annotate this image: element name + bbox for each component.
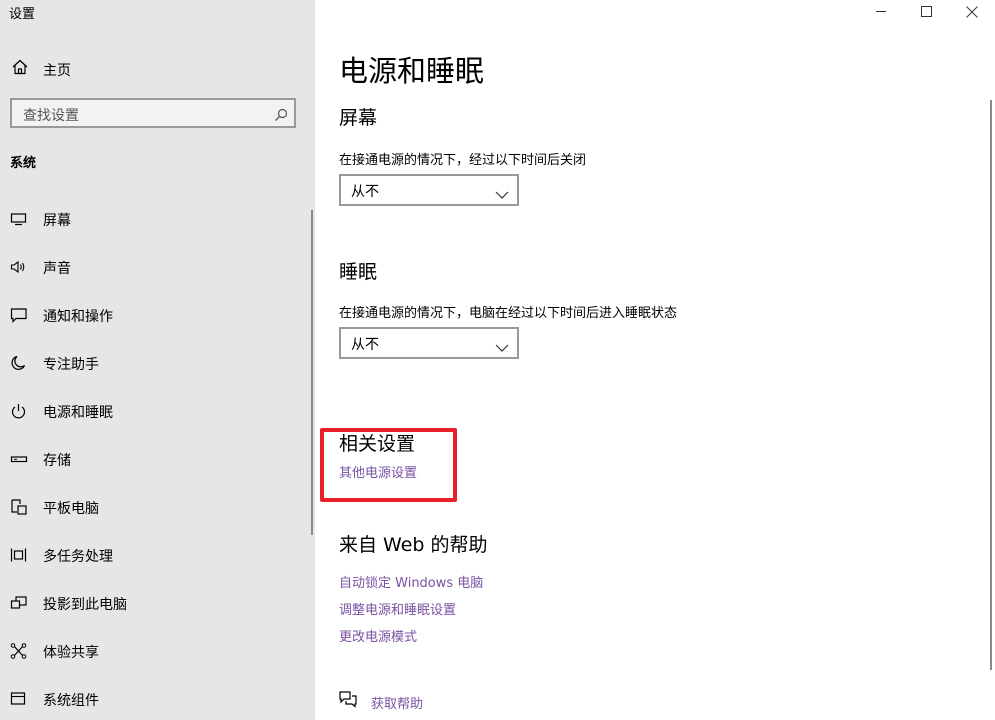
sidebar-item-label: 专注助手	[43, 357, 99, 373]
screen-heading: 屏幕	[339, 107, 378, 129]
chevron-down-icon	[495, 185, 509, 204]
home-icon	[12, 59, 28, 79]
project-icon	[10, 595, 28, 611]
sidebar-item-notifications[interactable]: 通知和操作	[0, 295, 310, 335]
sleep-heading: 睡眠	[339, 261, 378, 283]
sleep-timeout-dropdown[interactable]: 从不	[339, 327, 519, 359]
chevron-down-icon	[495, 338, 509, 357]
sidebar-item-power-sleep[interactable]: 电源和睡眠	[0, 391, 310, 431]
sidebar-item-system-components[interactable]: 系统组件	[0, 679, 310, 719]
sidebar-item-multitasking[interactable]: 多任务处理	[0, 535, 310, 575]
power-icon	[10, 403, 28, 419]
app-title: 设置	[9, 7, 36, 22]
component-icon	[10, 691, 28, 707]
sidebar-item-shared-experiences[interactable]: 体验共享	[0, 631, 310, 671]
minimize-button[interactable]	[858, 0, 904, 24]
sleep-description: 在接通电源的情况下，电脑在经过以下时间后进入睡眠状态	[339, 306, 678, 321]
section-title: 系统	[10, 156, 37, 171]
sidebar-item-tablet[interactable]: 平板电脑	[0, 487, 310, 527]
sidebar-item-label: 通知和操作	[43, 309, 113, 325]
maximize-icon	[904, 6, 950, 28]
page-title: 电源和睡眠	[339, 54, 485, 88]
sidebar-item-home[interactable]: 主页	[0, 52, 315, 84]
main-scrollbar[interactable]	[990, 100, 992, 670]
sidebar-item-sound[interactable]: 声音	[0, 247, 310, 287]
sidebar-item-label: 电源和睡眠	[43, 405, 113, 421]
sidebar-item-label: 投影到此电脑	[43, 597, 127, 613]
sidebar-item-project[interactable]: 投影到此电脑	[0, 583, 310, 623]
close-icon	[949, 6, 995, 28]
sidebar-item-label: 平板电脑	[43, 501, 99, 517]
maximize-button[interactable]	[904, 0, 950, 24]
close-button[interactable]	[949, 0, 995, 24]
minimize-icon	[858, 9, 904, 28]
get-help-link[interactable]: 获取帮助	[371, 693, 423, 712]
storage-icon	[10, 451, 28, 467]
sidebar-item-storage[interactable]: 存储	[0, 439, 310, 479]
sidebar-item-label: 屏幕	[43, 213, 71, 229]
sidebar-item-display[interactable]: 屏幕	[0, 199, 310, 239]
help-link-adjust-power-sleep[interactable]: 调整电源和睡眠设置	[339, 599, 456, 618]
tablet-icon	[10, 499, 28, 515]
sidebar-item-label: 系统组件	[43, 693, 99, 709]
search-placeholder: 查找设置	[23, 108, 79, 124]
speaker-icon	[10, 259, 28, 275]
highlight-box	[320, 428, 457, 502]
home-label: 主页	[43, 63, 71, 79]
search-input[interactable]: 查找设置	[10, 98, 296, 128]
help-link-auto-lock[interactable]: 自动锁定 Windows 电脑	[339, 572, 483, 591]
sidebar-item-focus-assist[interactable]: 专注助手	[0, 343, 310, 383]
sleep-timeout-value: 从不	[351, 337, 379, 353]
sidebar: 设置 主页 查找设置 系统 屏幕 声音 通知和操作 专注助手 电源和睡眠 存储 …	[0, 0, 315, 720]
sidebar-item-label: 体验共享	[43, 645, 99, 661]
moon-icon	[10, 355, 28, 371]
web-help-heading: 来自 Web 的帮助	[339, 534, 488, 556]
help-link-change-power-mode[interactable]: 更改电源模式	[339, 626, 417, 645]
multitask-icon	[10, 547, 28, 563]
help-chat-icon	[338, 690, 358, 712]
sidebar-scrollbar[interactable]	[311, 210, 313, 535]
sidebar-item-label: 多任务处理	[43, 549, 113, 565]
share-icon	[10, 643, 28, 659]
sidebar-item-label: 存储	[43, 453, 71, 469]
search-icon[interactable]	[274, 107, 288, 126]
notification-icon	[10, 307, 28, 323]
display-icon	[10, 211, 28, 227]
screen-timeout-dropdown[interactable]: 从不	[339, 174, 519, 206]
screen-timeout-value: 从不	[351, 184, 379, 200]
screen-description: 在接通电源的情况下，经过以下时间后关闭	[339, 153, 587, 168]
sidebar-item-label: 声音	[43, 261, 71, 277]
